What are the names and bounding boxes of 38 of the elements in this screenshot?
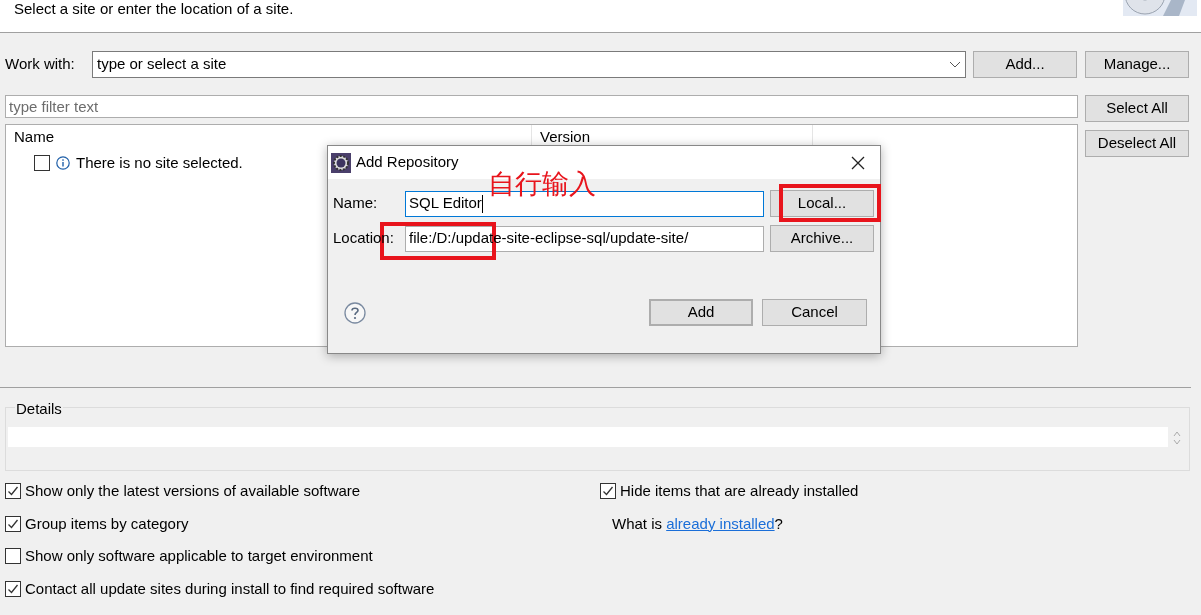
checkbox[interactable] (5, 580, 21, 597)
local-button[interactable]: Local... (770, 190, 874, 217)
checkbox-label: Group items by category (25, 513, 189, 534)
checkbox-label: Hide items that are already installed (620, 481, 859, 501)
gear-icon (331, 152, 351, 173)
help-icon[interactable] (344, 301, 366, 324)
archive-button[interactable]: Archive... (770, 225, 874, 252)
info-icon (56, 156, 70, 170)
close-icon[interactable] (851, 155, 865, 170)
checkbox[interactable] (5, 483, 21, 500)
dialog-button[interactable]: Manage... (1085, 51, 1189, 78)
checkbox-label: Contact all update sites during install to find required software (25, 578, 435, 599)
checkbox[interactable] (34, 155, 50, 171)
table-cell-text: There is no site selected. (76, 152, 243, 173)
installed-note: What is already installed? (612, 513, 784, 534)
checkmark-icon (7, 582, 19, 595)
checkbox-label: Show only the latest versions of available software (25, 481, 361, 501)
checkbox[interactable] (5, 515, 21, 532)
work-with-label: Work with: (5, 54, 76, 75)
chevron-down-icon (949, 60, 961, 69)
already-installed-link[interactable]: already installed (666, 514, 775, 532)
dialog-button[interactable]: Add... (973, 51, 1077, 78)
dialog-title: Add Repository (356, 152, 460, 173)
cancel-button[interactable]: Cancel (762, 299, 867, 326)
filter-field[interactable]: type filter text (5, 95, 1078, 118)
checkbox-label: Show only software applicable to target environment (25, 546, 373, 566)
site-combo-box[interactable]: type or select a site (92, 51, 966, 78)
dialog-button[interactable]: Select All (1085, 95, 1189, 122)
add-button[interactable]: Add (649, 299, 753, 326)
spinner-icon (1173, 430, 1181, 446)
checkmark-icon (7, 485, 19, 498)
checkbox[interactable] (600, 483, 616, 500)
name-label: Name: (333, 193, 379, 214)
checkmark-icon (7, 517, 19, 530)
dialog-button[interactable]: Deselect All (1085, 130, 1189, 157)
checkbox[interactable] (5, 548, 21, 565)
checkmark-icon (602, 485, 614, 498)
instruction-text: Select a site or enter the location of a site. (14, 0, 294, 19)
